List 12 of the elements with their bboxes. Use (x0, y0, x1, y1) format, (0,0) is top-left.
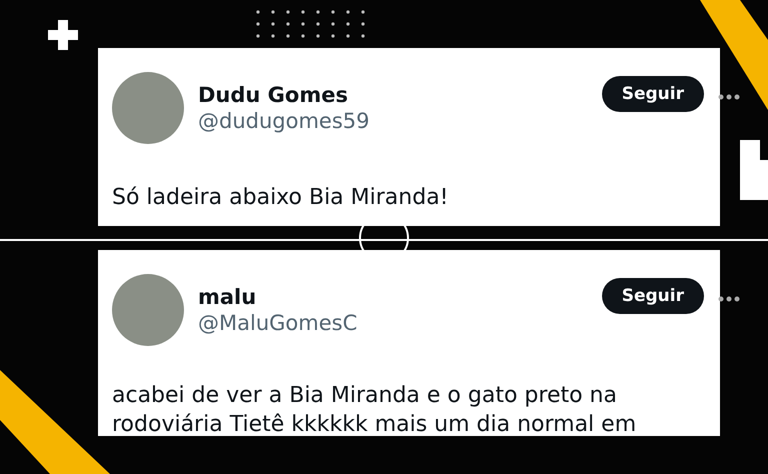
user-name: malu (198, 285, 258, 309)
follow-button[interactable]: Seguir (602, 76, 704, 112)
tweet-text: acabei de ver a Bia Miranda e o gato preto na rodoviária Tietê kkkkkk mais um dia normal em (112, 382, 638, 439)
more-icon[interactable] (718, 296, 740, 302)
user-handle: @dudugomes59 (198, 109, 370, 133)
block-shape (740, 140, 768, 200)
user-name: Dudu Gomes (198, 83, 349, 107)
user-handle: @MaluGomesC (198, 311, 358, 335)
plus-shape (48, 20, 78, 50)
tweet-text: Só ladeira abaixo Bia Miranda! (112, 184, 450, 212)
follow-button[interactable]: Seguir (602, 278, 704, 314)
more-icon[interactable] (718, 94, 740, 100)
